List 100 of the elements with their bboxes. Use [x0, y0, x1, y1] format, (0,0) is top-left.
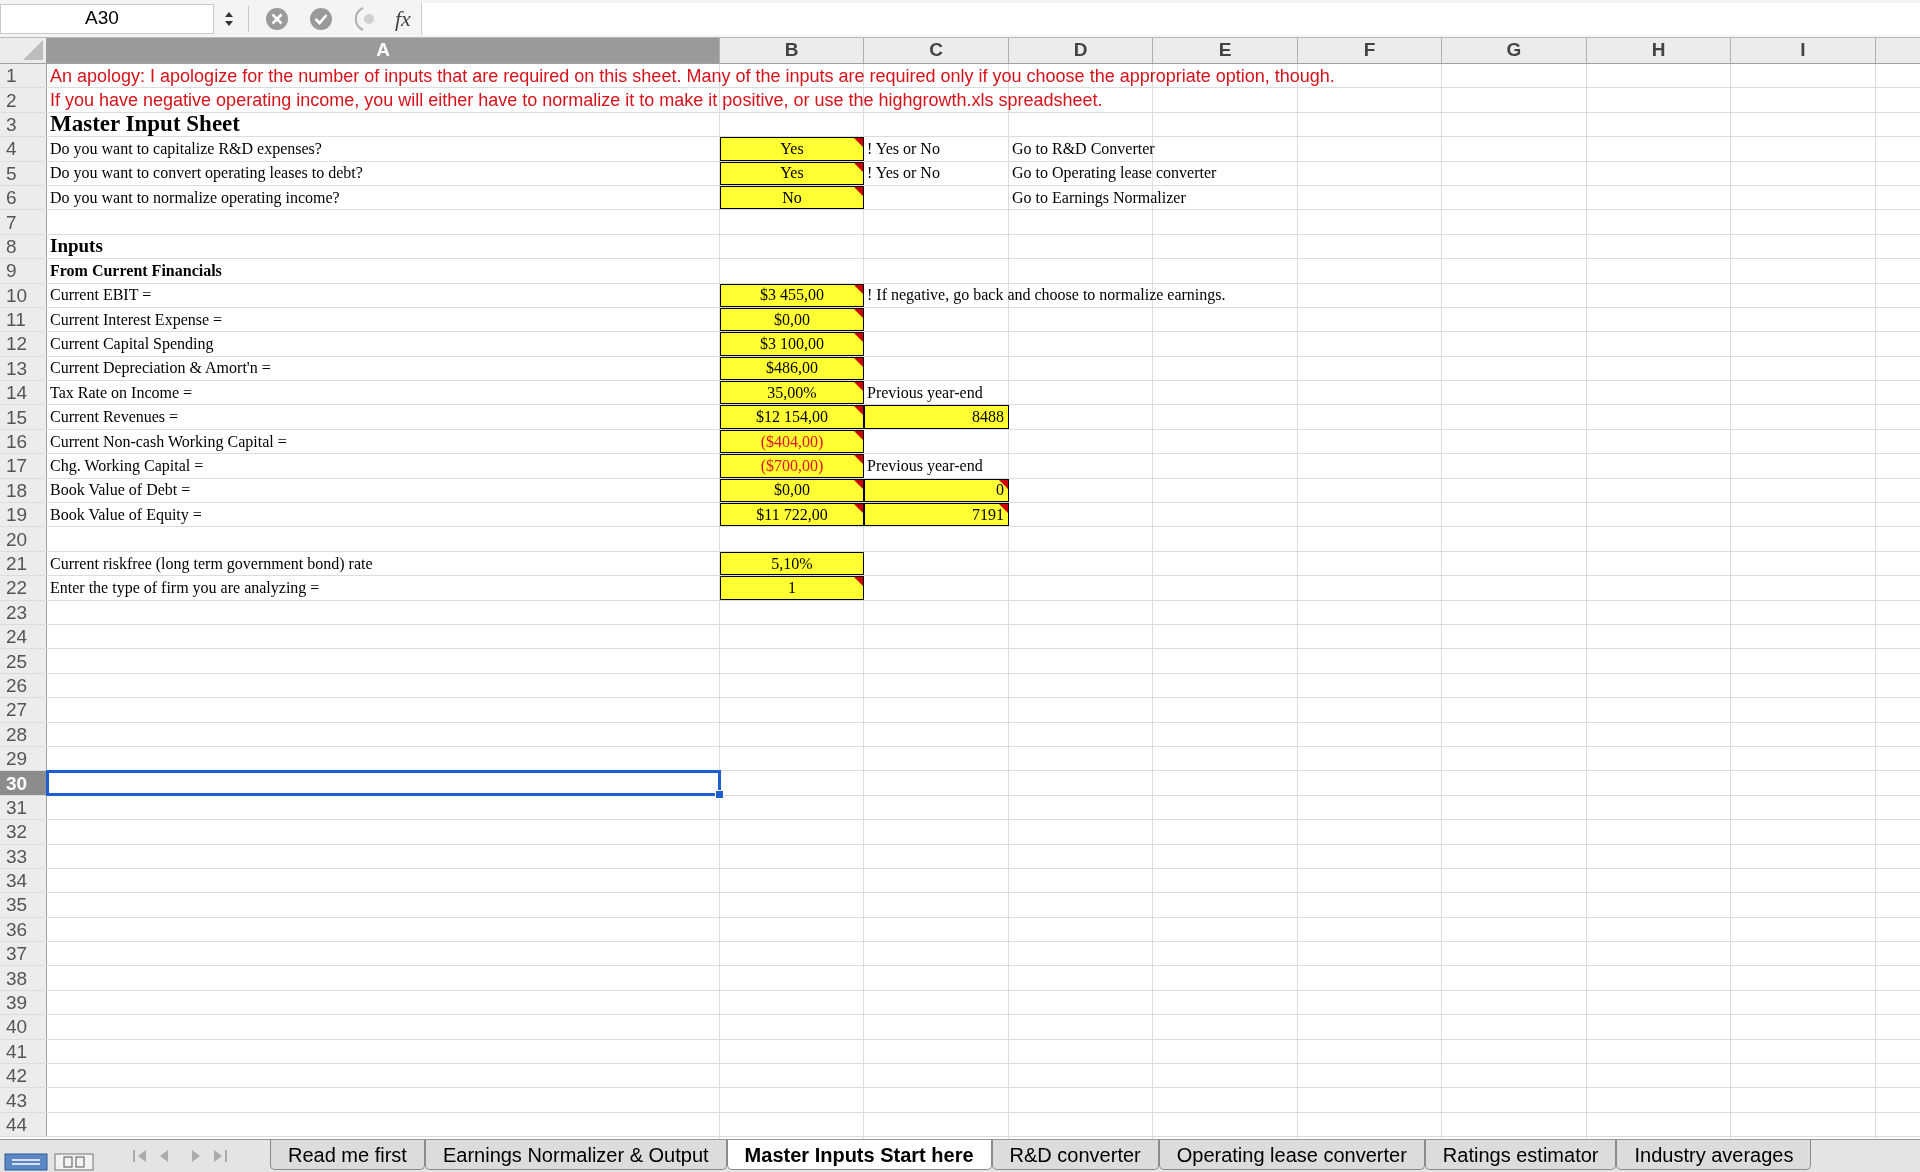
- row-header[interactable]: 17: [0, 454, 47, 478]
- column-header[interactable]: I: [1731, 38, 1876, 63]
- column-header[interactable]: H: [1587, 38, 1731, 63]
- row-header[interactable]: 25: [0, 649, 47, 673]
- row-header[interactable]: 2: [0, 88, 47, 112]
- input-cell[interactable]: $486,00: [720, 356, 864, 381]
- row-header[interactable]: 38: [0, 966, 47, 990]
- row-header[interactable]: 21: [0, 551, 47, 576]
- row-header[interactable]: 39: [0, 990, 47, 1015]
- input-cell[interactable]: 8488: [864, 405, 1009, 429]
- row-header[interactable]: 29: [0, 746, 47, 771]
- row-header[interactable]: 3: [0, 112, 47, 137]
- input-cell[interactable]: Yes: [720, 161, 864, 185]
- input-cell[interactable]: 1: [720, 576, 864, 600]
- select-all-icon[interactable]: [23, 40, 43, 60]
- row-header[interactable]: 27: [0, 698, 47, 722]
- cell-text: Current Interest Expense =: [49, 309, 223, 331]
- cell-text: Enter the type of firm you are analyzing =: [49, 577, 320, 599]
- row-header[interactable]: 1: [0, 64, 47, 88]
- input-cell[interactable]: 35,00%: [720, 381, 864, 405]
- name-box[interactable]: A30: [0, 3, 214, 34]
- selected-cell[interactable]: [46, 770, 721, 796]
- cell-text: ! If negative, go back and choose to normalize earnings.: [866, 285, 1226, 306]
- input-cell[interactable]: $0,00: [720, 478, 864, 503]
- row-header[interactable]: 13: [0, 356, 47, 381]
- input-cell[interactable]: Yes: [720, 137, 864, 161]
- row-header[interactable]: 9: [0, 259, 47, 283]
- row-header[interactable]: 37: [0, 942, 47, 966]
- row-header[interactable]: 24: [0, 625, 47, 649]
- row-header[interactable]: 26: [0, 673, 47, 698]
- input-cell[interactable]: 5,10%: [720, 551, 864, 576]
- input-cell[interactable]: ($700,00): [720, 454, 864, 478]
- column-header[interactable]: B: [720, 38, 864, 63]
- input-cell[interactable]: $0,00: [720, 307, 864, 332]
- column-header[interactable]: D: [1009, 38, 1153, 63]
- input-cell[interactable]: 7191: [864, 503, 1009, 527]
- sheet-tab[interactable]: R&D converter: [991, 1140, 1159, 1170]
- row-header[interactable]: 34: [0, 868, 47, 893]
- input-cell[interactable]: ($404,00): [720, 429, 864, 454]
- row-header[interactable]: 42: [0, 1064, 47, 1088]
- column-header[interactable]: E: [1153, 38, 1298, 63]
- cancel-icon[interactable]: [265, 6, 289, 31]
- row-header[interactable]: 10: [0, 283, 47, 307]
- input-cell[interactable]: $11 722,00: [720, 503, 864, 527]
- row-header[interactable]: 7: [0, 210, 47, 234]
- row-header[interactable]: 14: [0, 381, 47, 405]
- row-header[interactable]: 32: [0, 820, 47, 844]
- row-header[interactable]: 36: [0, 917, 47, 942]
- cell-text: Current Revenues =: [49, 407, 179, 428]
- page-layout-icon[interactable]: [54, 1153, 94, 1171]
- row-header[interactable]: 19: [0, 503, 47, 527]
- row-header[interactable]: 30: [0, 771, 47, 795]
- sheet-tab[interactable]: Master Inputs Start here: [726, 1140, 992, 1170]
- cell-text: Current riskfree (long term government bond) rate: [49, 553, 373, 575]
- fill-handle[interactable]: [715, 789, 724, 799]
- column-header[interactable]: G: [1442, 38, 1587, 63]
- row-header[interactable]: 33: [0, 844, 47, 868]
- row-header[interactable]: 16: [0, 429, 47, 454]
- sheet-tab[interactable]: Read me first: [270, 1140, 425, 1170]
- row-header[interactable]: 40: [0, 1015, 47, 1039]
- subsection-heading: From Current Financials: [49, 260, 222, 281]
- row-header[interactable]: 5: [0, 161, 47, 185]
- formula-field[interactable]: [420, 2, 1920, 35]
- row-header[interactable]: 8: [0, 234, 47, 259]
- cell-text: ! Yes or No: [866, 138, 940, 159]
- stepper-icon[interactable]: [224, 10, 234, 27]
- normal-view-icon[interactable]: [4, 1153, 48, 1171]
- input-cell[interactable]: 0: [864, 478, 1009, 503]
- column-header[interactable]: C: [864, 38, 1009, 63]
- sheet-tab[interactable]: Earnings Normalizer & Output: [424, 1140, 727, 1170]
- row-header[interactable]: 41: [0, 1039, 47, 1063]
- row-header[interactable]: 20: [0, 527, 47, 551]
- column-header[interactable]: F: [1298, 38, 1442, 63]
- cell-text: Chg. Working Capital =: [49, 455, 204, 477]
- sheet-tab[interactable]: Ratings estimator: [1424, 1140, 1617, 1170]
- row-header[interactable]: 18: [0, 478, 47, 503]
- fx-label[interactable]: fx: [395, 2, 411, 35]
- cell-text: Tax Rate on Income =: [49, 382, 193, 403]
- sheet-tab[interactable]: Operating lease converter: [1158, 1140, 1425, 1170]
- sheet-tab[interactable]: Industry averages: [1616, 1140, 1812, 1170]
- row-header[interactable]: 11: [0, 307, 47, 332]
- row-header[interactable]: 22: [0, 576, 47, 600]
- input-cell[interactable]: $3 455,00: [720, 283, 864, 307]
- cell-text: Book Value of Equity =: [49, 504, 202, 526]
- row-header[interactable]: 4: [0, 137, 47, 161]
- row-header[interactable]: 44: [0, 1112, 47, 1137]
- row-header[interactable]: 15: [0, 405, 47, 429]
- row-header[interactable]: 35: [0, 893, 47, 917]
- input-cell[interactable]: $3 100,00: [720, 332, 864, 356]
- cell-text: Do you want to convert operating leases to debt?: [49, 163, 363, 184]
- row-header[interactable]: 31: [0, 795, 47, 820]
- row-header[interactable]: 28: [0, 722, 47, 746]
- input-cell[interactable]: $12 154,00: [720, 405, 864, 429]
- input-cell[interactable]: No: [720, 185, 864, 210]
- check-icon[interactable]: [309, 6, 333, 31]
- sheet-title: Master Input Sheet: [49, 112, 240, 137]
- row-header[interactable]: 23: [0, 600, 47, 624]
- row-header[interactable]: 12: [0, 332, 47, 356]
- row-header[interactable]: 6: [0, 185, 47, 210]
- row-header[interactable]: 43: [0, 1088, 47, 1112]
